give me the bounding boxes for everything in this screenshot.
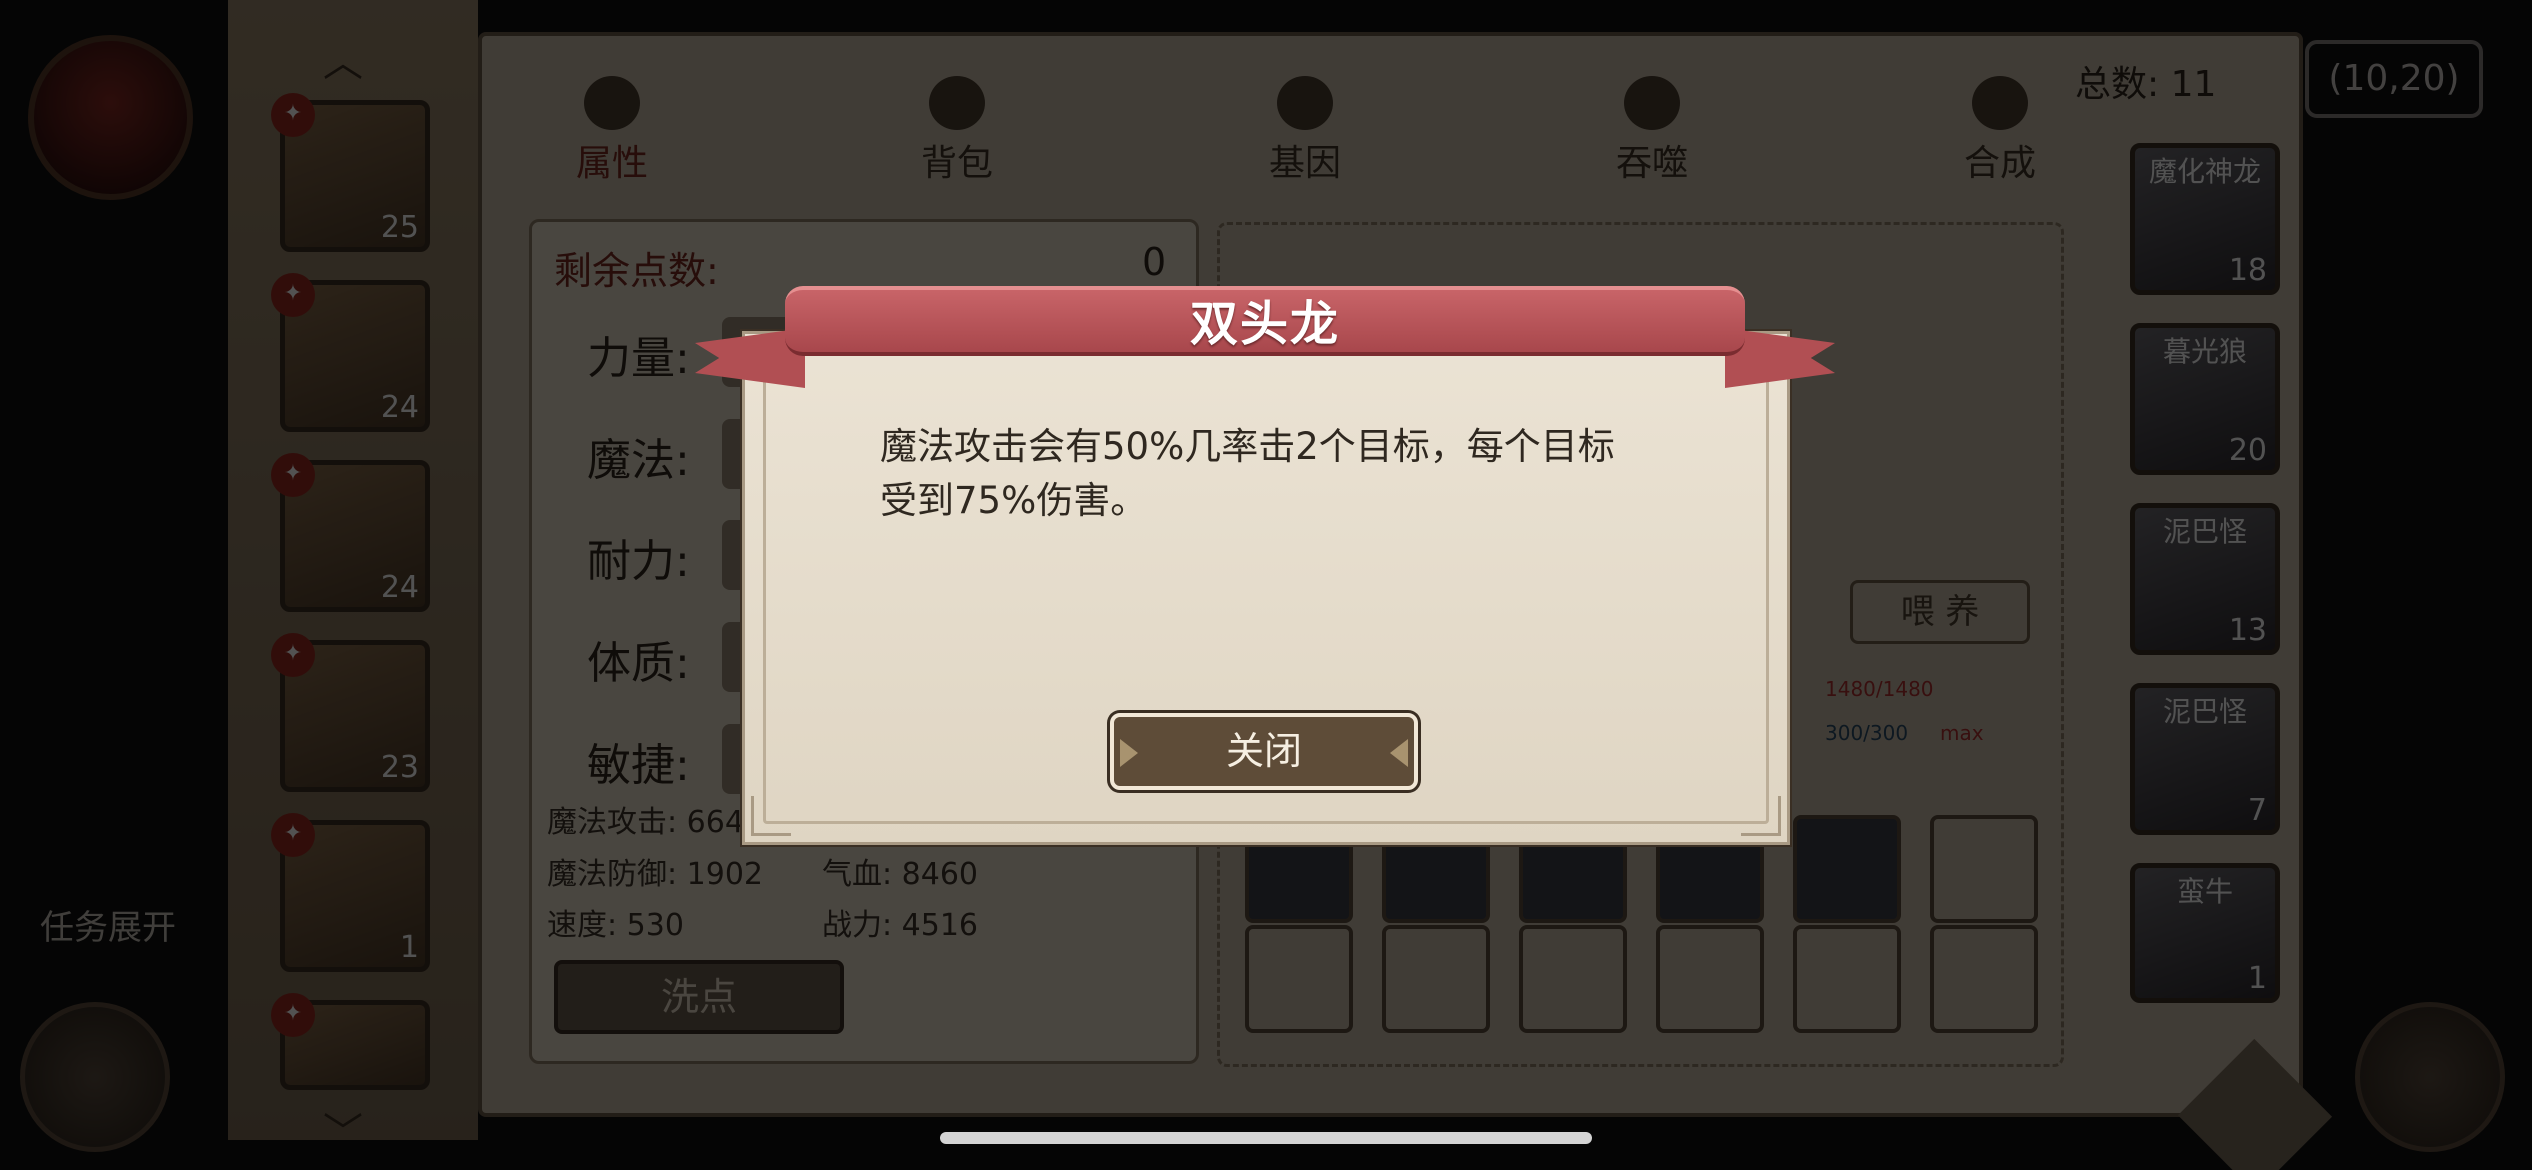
home-button[interactable]	[2355, 1002, 2505, 1152]
attr-label: 力量:	[587, 333, 690, 384]
class-badge-icon: ✦	[271, 273, 315, 317]
tab-label: 属性	[575, 143, 648, 184]
skill-slot[interactable]	[1793, 815, 1901, 923]
attr-label: 魔法:	[587, 435, 690, 486]
skill-slot[interactable]	[1930, 925, 2038, 1033]
wash-points-button[interactable]: 洗点	[554, 960, 844, 1034]
pet-list: 魔化神龙 18 暮光狼 20 泥巴怪 13 泥巴怪 7 蛮牛 1	[2095, 95, 2295, 1085]
hp-bar-text: 1480/1480	[1825, 677, 1934, 701]
pet-card[interactable]: 蛮牛 1	[2130, 863, 2280, 1003]
hero-card[interactable]: ✦ 1	[271, 813, 430, 972]
chevron-up-icon[interactable]: ︿	[323, 30, 363, 88]
tab-bag[interactable]: 背包	[887, 76, 1027, 196]
chevron-down-icon[interactable]: ﹀	[323, 1100, 363, 1158]
skill-slot[interactable]	[1382, 925, 1490, 1033]
pet-level: 1	[2247, 961, 2267, 996]
power-stat: 战力: 4516	[822, 908, 978, 943]
mount-button[interactable]	[20, 1002, 170, 1152]
pet-level: 13	[2228, 613, 2267, 648]
pet-card[interactable]: 泥巴怪 7	[2130, 683, 2280, 835]
hero-card[interactable]: ✦ 23	[271, 633, 430, 792]
hero-level: 24	[380, 390, 419, 425]
frame-corner-icon	[1741, 796, 1781, 836]
max-label: max	[1940, 721, 1984, 745]
magic-defense-stat: 魔法防御: 1902	[547, 857, 763, 892]
player-avatar[interactable]	[28, 35, 193, 200]
dialog-title: 双头龙	[1189, 296, 1340, 352]
hero-card[interactable]: ✦	[271, 993, 430, 1090]
pet-level: 18	[2228, 253, 2267, 288]
pet-card[interactable]: 泥巴怪 13	[2130, 503, 2280, 655]
tab-label: 背包	[920, 143, 993, 184]
tab-synthesis[interactable]: 合成	[1930, 76, 2070, 196]
synthesis-icon	[1972, 76, 2028, 130]
hero-level: 25	[380, 210, 419, 245]
hero-card[interactable]: ✦ 25	[271, 93, 430, 252]
mp-bar-text: 300/300	[1825, 721, 1909, 745]
pet-card[interactable]: 魔化神龙 18	[2130, 143, 2280, 295]
eye-icon	[1277, 76, 1333, 130]
home-indicator[interactable]	[940, 1132, 1592, 1144]
speed-stat: 速度: 530	[547, 908, 684, 943]
devour-icon	[1624, 76, 1680, 130]
pet-name: 泥巴怪	[2162, 695, 2247, 728]
pet-name: 暮光狼	[2162, 335, 2247, 368]
class-badge-icon: ✦	[271, 93, 315, 137]
pet-card[interactable]: 暮光狼 20	[2130, 323, 2280, 475]
tab-attributes[interactable]: 属性	[542, 76, 682, 196]
skill-slot[interactable]	[1519, 925, 1627, 1033]
tab-label: 吞噬	[1615, 143, 1688, 184]
class-badge-icon: ✦	[271, 453, 315, 497]
hero-card[interactable]: ✦ 24	[271, 273, 430, 432]
tab-label: 合成	[1963, 143, 2036, 184]
tab-gene[interactable]: 基因	[1235, 76, 1375, 196]
close-button[interactable]: 关闭	[1110, 713, 1418, 790]
pet-name: 蛮牛	[2176, 875, 2233, 908]
hp-stat: 气血: 8460	[822, 857, 978, 892]
title-ribbon: 双头龙	[695, 268, 1835, 388]
magic-attack-stat: 魔法攻击: 6647	[547, 805, 763, 840]
frame-corner-icon	[751, 796, 791, 836]
hero-card[interactable]: ✦ 24	[271, 453, 430, 612]
tab-bar: 属性 背包 基因 吞噬 合成	[542, 76, 2042, 196]
flame-icon	[584, 76, 640, 130]
class-badge-icon: ✦	[271, 633, 315, 677]
pet-level: 7	[2247, 793, 2267, 828]
game-screen: ︿ ✦ 25 ✦ 24 ✦ 24 ✦ 23 ✦ 1 ✦ ﹀ 属性 背包 基因 吞噬 合成 …	[0, 0, 2532, 1170]
hero-level: 23	[380, 750, 419, 785]
skill-slot[interactable]	[1930, 815, 2038, 923]
skill-slot[interactable]	[1793, 925, 1901, 1033]
skill-slot[interactable]	[1656, 925, 1764, 1033]
hero-level: 24	[380, 570, 419, 605]
attr-label: 体质:	[587, 638, 690, 689]
attr-label: 耐力:	[587, 536, 690, 587]
quest-expand-toggle[interactable]: 任务展开	[40, 900, 176, 949]
bag-icon	[929, 76, 985, 130]
attr-label: 敏捷:	[587, 740, 690, 791]
class-badge-icon: ✦	[271, 993, 315, 1037]
tab-label: 基因	[1268, 143, 1341, 184]
coordinates-display: (10,20)	[2305, 40, 2483, 118]
feed-button[interactable]: 喂 养	[1850, 580, 2030, 644]
pet-name: 泥巴怪	[2162, 515, 2247, 548]
pet-name: 魔化神龙	[2148, 155, 2261, 188]
hero-level: 1	[399, 930, 419, 965]
hero-list: ︿ ✦ 25 ✦ 24 ✦ 24 ✦ 23 ✦ 1 ✦ ﹀	[228, 0, 478, 1156]
skill-slot[interactable]	[1245, 925, 1353, 1033]
tab-devour[interactable]: 吞噬	[1582, 76, 1722, 196]
pet-level: 20	[2228, 433, 2267, 468]
class-badge-icon: ✦	[271, 813, 315, 857]
skill-description: 魔法攻击会有50%几率击2个目标，每个目标受到75%伤害。	[880, 425, 1615, 522]
